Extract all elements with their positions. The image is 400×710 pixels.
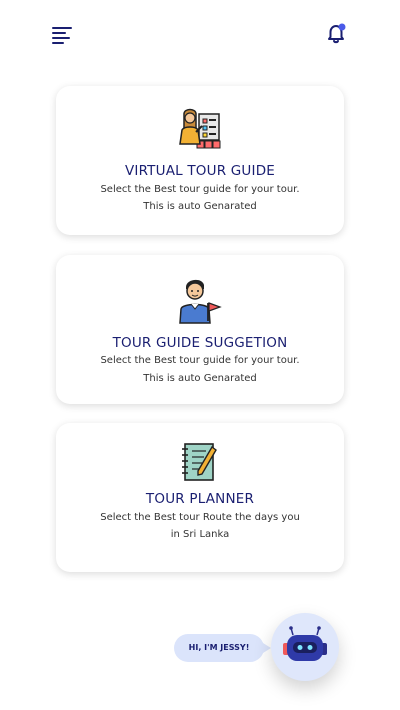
menu-button[interactable] bbox=[52, 24, 76, 44]
top-bar bbox=[0, 0, 400, 70]
card-description-line-2: This is auto Genarated bbox=[143, 373, 257, 384]
notification-button[interactable] bbox=[322, 20, 350, 48]
card-title: TOUR PLANNER bbox=[145, 491, 255, 507]
tour-guide-presenter-icon bbox=[179, 108, 221, 149]
card-description-line-1: Select the Best tour guide for your tour… bbox=[100, 184, 300, 195]
bell-icon bbox=[328, 23, 346, 44]
notification-dot bbox=[338, 23, 346, 31]
tour-guide-suggestion-card[interactable]: TOUR GUIDE SUGGETION Select the Best tou… bbox=[56, 255, 344, 404]
card-title: TOUR GUIDE SUGGETION bbox=[112, 335, 288, 351]
card-title: VIRTUAL TOUR GUIDE bbox=[124, 163, 276, 179]
guide-with-flag-icon bbox=[179, 279, 222, 324]
card-description-line-2: in Sri Lanka bbox=[170, 529, 230, 540]
card-description-line-1: Select the Best tour Route the days you bbox=[100, 512, 300, 523]
virtual-tour-guide-card[interactable]: VIRTUAL TOUR GUIDE Select the Best tour … bbox=[56, 86, 344, 235]
card-description-line-1: Select the Best tour guide for your tour… bbox=[100, 355, 300, 366]
notebook-pencil-icon bbox=[182, 443, 217, 481]
card-description-line-2: This is auto Genarated bbox=[143, 201, 257, 212]
chatbot-greeting-bubble[interactable]: HI, I'M JESSY! bbox=[174, 634, 271, 662]
chatbot-button[interactable] bbox=[271, 613, 339, 681]
tour-planner-card[interactable]: TOUR PLANNER Select the Best tour Route … bbox=[56, 423, 344, 572]
robot-icon bbox=[283, 626, 327, 661]
